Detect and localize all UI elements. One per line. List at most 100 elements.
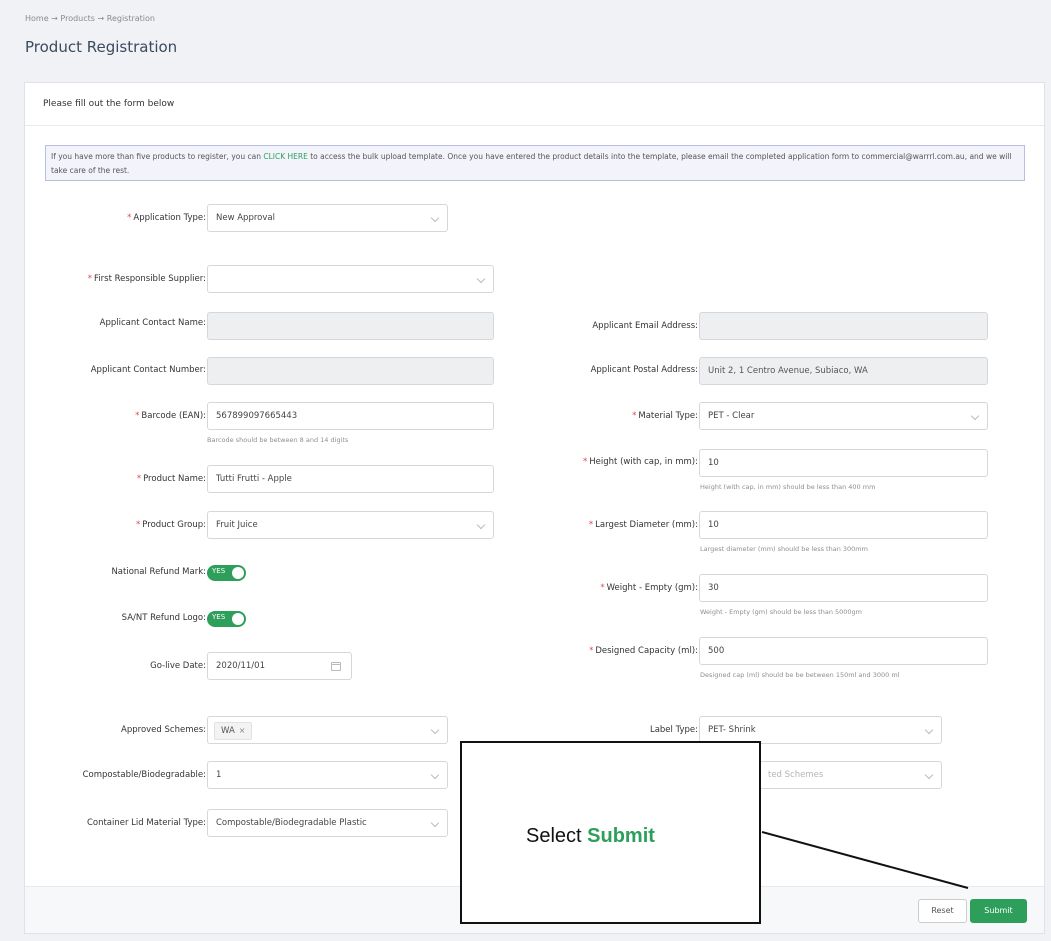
weight-label: * Weight - Empty (gm):: [600, 583, 698, 593]
required-mark: *: [588, 520, 594, 530]
barcode-input[interactable]: 567899097665443: [207, 402, 494, 430]
select-value: 1: [216, 770, 222, 780]
chevron-down-icon: [924, 725, 934, 735]
label-text: Product Group:: [142, 520, 206, 530]
product-name-label: * Product Name:: [137, 474, 206, 484]
label-text: Material Type:: [638, 411, 698, 421]
callout-text: Select Submit: [526, 825, 655, 848]
label-text: First Responsible Supplier:: [94, 274, 206, 284]
label-type-label: Label Type:: [649, 725, 698, 735]
close-icon[interactable]: ×: [239, 726, 246, 735]
select-value: PET - Clear: [708, 411, 755, 421]
material-select[interactable]: PET - Clear: [699, 402, 988, 430]
required-mark: *: [136, 474, 142, 484]
go-live-label: Go-live Date:: [150, 661, 206, 671]
required-mark: *: [600, 583, 605, 593]
form-header-text: Please fill out the form below: [43, 99, 175, 109]
select-value: Compostable/Biodegradable Plastic: [216, 818, 367, 828]
instruction-callout: Select Submit: [460, 741, 761, 924]
barcode-hint: Barcode should be between 8 and 14 digit…: [207, 436, 349, 444]
postal-input[interactable]: Unit 2, 1 Centro Avenue, Subiaco, WA: [699, 357, 988, 385]
chevron-down-icon: [924, 770, 934, 780]
click-here-link[interactable]: CLICK HERE: [263, 152, 308, 161]
scheme-tag: WA ×: [214, 722, 253, 740]
product-group-select[interactable]: Fruit Juice: [207, 511, 494, 539]
contact-number-input[interactable]: [207, 357, 494, 385]
approved-schemes-label: Approved Schemes:: [121, 725, 206, 735]
height-hint: Height (with cap, in mm) should be less …: [700, 483, 876, 491]
first-supplier-select[interactable]: [207, 265, 494, 293]
national-refund-toggle[interactable]: YES: [207, 565, 246, 581]
required-mark: *: [589, 646, 594, 656]
sant-refund-toggle[interactable]: YES: [207, 611, 246, 627]
toggle-text: YES: [212, 613, 226, 621]
label-text: Application Type:: [133, 213, 206, 223]
barcode-label: * Barcode (EAN):: [135, 411, 206, 421]
application-type-select[interactable]: New Approval: [207, 204, 448, 232]
lid-material-select[interactable]: Compostable/Biodegradable Plastic: [207, 809, 448, 837]
chevron-down-icon: [476, 520, 486, 530]
callout-prefix: Select: [526, 825, 588, 847]
bulk-upload-info: If you have more than five products to r…: [45, 145, 1025, 181]
chevron-down-icon: [476, 274, 486, 284]
product-name-input[interactable]: Tutti Frutti - Apple: [207, 465, 494, 493]
info-text-before: If you have more than five products to r…: [51, 152, 264, 161]
compostable-select[interactable]: 1: [207, 761, 448, 789]
chevron-down-icon: [430, 770, 440, 780]
chevron-down-icon: [430, 213, 440, 223]
go-live-date-input[interactable]: 2020/11/01: [207, 652, 352, 680]
label-text: Weight - Empty (gm):: [606, 583, 698, 593]
label-type-select[interactable]: PET- Shrink: [699, 716, 942, 744]
select-value: PET- Shrink: [708, 725, 756, 735]
calendar-icon: [331, 662, 341, 671]
reset-button[interactable]: Reset: [918, 899, 967, 923]
page-title: Product Registration: [25, 38, 178, 56]
toggle-text: YES: [212, 567, 226, 575]
label-text: Barcode (EAN):: [141, 411, 206, 421]
submit-button[interactable]: Submit: [970, 899, 1027, 923]
callout-emphasis: Submit: [587, 825, 655, 847]
label-text: Largest Diameter (mm):: [595, 520, 698, 530]
approved-schemes-select[interactable]: WA ×: [207, 716, 448, 744]
date-value: 2020/11/01: [216, 661, 265, 671]
label-text: Designed Capacity (ml):: [595, 646, 698, 656]
application-type-label: * Application Type:: [127, 213, 206, 223]
contact-number-label: Applicant Contact Number:: [90, 365, 206, 375]
email-input[interactable]: [699, 312, 988, 340]
material-label: * Material Type:: [632, 411, 698, 421]
label-text: Height (with cap, in mm):: [589, 457, 698, 467]
chevron-down-icon: [430, 818, 440, 828]
required-mark: *: [136, 520, 141, 530]
compostable-label: Compostable/Biodegradable:: [82, 770, 206, 780]
capacity-hint: Designed cap (ml) should be be between 1…: [700, 671, 900, 679]
required-mark: *: [127, 213, 132, 223]
toggle-knob: [232, 567, 244, 579]
product-group-label: * Product Group:: [136, 520, 206, 530]
contact-name-input[interactable]: [207, 312, 494, 340]
tag-text: WA: [221, 726, 235, 736]
postal-label: Applicant Postal Address:: [590, 365, 698, 375]
height-input[interactable]: 10: [699, 449, 988, 477]
chevron-down-icon: [430, 725, 440, 735]
select-value: New Approval: [216, 213, 275, 223]
form-header: Please fill out the form below: [25, 83, 1044, 126]
required-mark: *: [135, 411, 140, 421]
toggle-knob: [232, 613, 244, 625]
chevron-down-icon: [970, 411, 980, 421]
weight-hint: Weight - Empty (gm) should be less than …: [700, 608, 863, 616]
breadcrumb: Home → Products → Registration: [25, 14, 155, 23]
required-mark: *: [583, 457, 588, 467]
capacity-label: * Designed Capacity (ml):: [589, 646, 698, 656]
weight-input[interactable]: 30: [699, 574, 988, 602]
select-placeholder: ted Schemes: [768, 770, 824, 780]
diameter-hint: Largest diameter (mm) should be less tha…: [700, 545, 868, 553]
first-supplier-label: * First Responsible Supplier:: [88, 274, 206, 284]
contact-name-label: Applicant Contact Name:: [99, 318, 206, 328]
diameter-input[interactable]: 10: [699, 511, 988, 539]
diameter-label: * Largest Diameter (mm):: [589, 520, 698, 530]
label-text: Product Name:: [143, 474, 206, 484]
sant-refund-label: SA/NT Refund Logo:: [121, 613, 206, 623]
national-refund-label: National Refund Mark:: [111, 567, 206, 577]
capacity-input[interactable]: 500: [699, 637, 988, 665]
email-label: Applicant Email Address:: [592, 321, 698, 331]
